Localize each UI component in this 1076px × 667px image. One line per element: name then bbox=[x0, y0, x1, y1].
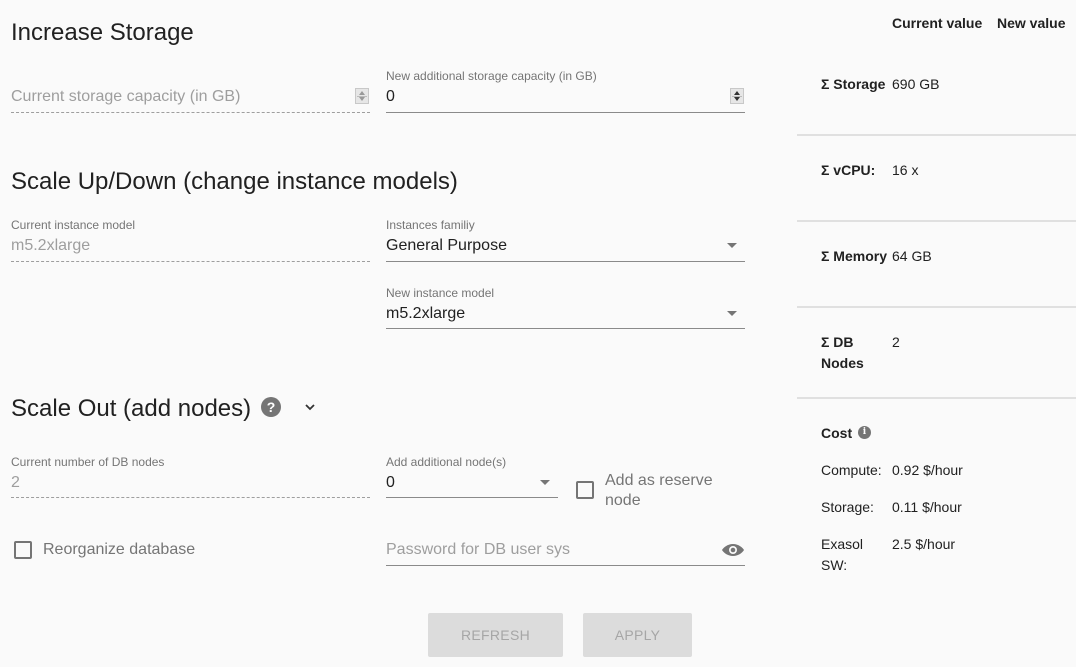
new-storage-input[interactable]: 0 bbox=[386, 88, 395, 106]
current-db-nodes-value: 2 bbox=[11, 474, 20, 491]
info-icon[interactable]: i bbox=[858, 426, 871, 439]
section-title-increase-storage: Increase Storage bbox=[11, 19, 194, 46]
summary-row-current: 2 bbox=[892, 334, 900, 350]
new-storage-spinner[interactable] bbox=[730, 88, 744, 104]
new-instance-model-select[interactable]: New instance model m5.2xlarge bbox=[386, 286, 745, 332]
header-new-value: New value bbox=[997, 15, 1066, 31]
current-db-nodes-label: Current number of DB nodes bbox=[11, 455, 165, 469]
summary-row-current: 16 x bbox=[892, 162, 919, 178]
new-storage-label: New additional storage capacity (in GB) bbox=[386, 69, 597, 83]
divider bbox=[797, 134, 1076, 136]
cost-item-label: Exasol SW: bbox=[821, 536, 864, 573]
field-underline bbox=[11, 497, 370, 498]
add-nodes-value[interactable]: 0 bbox=[386, 474, 395, 492]
new-instance-model-value[interactable]: m5.2xlarge bbox=[386, 305, 465, 323]
add-nodes-label: Add additional node(s) bbox=[386, 455, 507, 469]
divider bbox=[797, 220, 1076, 222]
summary-row-label: Σ DB Nodes bbox=[821, 334, 864, 371]
field-underline bbox=[386, 565, 745, 566]
dropdown-arrow-icon[interactable] bbox=[540, 480, 550, 485]
field-underline bbox=[386, 497, 558, 498]
current-instance-model-label: Current instance model bbox=[11, 218, 136, 232]
chevron-down-icon[interactable] bbox=[303, 400, 317, 414]
password-placeholder[interactable]: Password for DB user sys bbox=[386, 541, 570, 559]
header-current-value: Current value bbox=[892, 15, 983, 31]
instances-family-label: Instances familiy bbox=[386, 218, 475, 232]
cost-item-value: 0.11 $/hour bbox=[892, 499, 962, 515]
reserve-node-label[interactable]: Add as reserve node bbox=[605, 471, 735, 511]
section-title-scale-out: Scale Out (add nodes) bbox=[11, 395, 252, 422]
cost-item-label: Storage: bbox=[821, 499, 874, 515]
field-underline bbox=[11, 112, 370, 113]
divider bbox=[797, 306, 1076, 308]
cost-item-value: 2.5 $/hour bbox=[892, 536, 956, 552]
refresh-button[interactable]: REFRESH bbox=[428, 613, 563, 657]
summary-row-label: Σ Memory bbox=[821, 248, 887, 264]
divider bbox=[797, 397, 1076, 399]
cost-title: Cost bbox=[821, 425, 853, 441]
current-storage-field: Current storage capacity (in GB) bbox=[11, 86, 370, 114]
help-circle-icon[interactable]: ? bbox=[261, 397, 281, 417]
current-instance-model-value: m5.2xlarge bbox=[11, 237, 91, 254]
instances-family-select[interactable]: Instances familiy General Purpose bbox=[386, 218, 745, 264]
field-underline bbox=[386, 261, 745, 262]
cost-item-value: 0.92 $/hour bbox=[892, 462, 963, 478]
add-nodes-select[interactable]: Add additional node(s) 0 bbox=[386, 455, 558, 501]
reserve-node-checkbox[interactable] bbox=[576, 481, 594, 499]
reorganize-database-label[interactable]: Reorganize database bbox=[43, 541, 195, 559]
summary-row-current: 690 GB bbox=[892, 76, 940, 92]
summary-row-label: Σ vCPU: bbox=[821, 162, 876, 178]
dropdown-arrow-icon[interactable] bbox=[727, 311, 737, 316]
field-underline bbox=[386, 112, 745, 113]
instances-family-value[interactable]: General Purpose bbox=[386, 237, 507, 255]
field-underline bbox=[11, 261, 370, 262]
current-storage-placeholder: Current storage capacity (in GB) bbox=[11, 88, 241, 105]
current-db-nodes-field: Current number of DB nodes 2 bbox=[11, 455, 370, 501]
new-instance-model-label: New instance model bbox=[386, 286, 495, 300]
current-storage-spinner bbox=[355, 88, 369, 104]
new-storage-field[interactable]: New additional storage capacity (in GB) … bbox=[386, 68, 745, 114]
eye-icon[interactable] bbox=[721, 540, 745, 560]
summary-row-current: 64 GB bbox=[892, 248, 932, 264]
password-field[interactable]: Password for DB user sys bbox=[386, 538, 745, 568]
reorganize-database-checkbox[interactable] bbox=[14, 541, 32, 559]
current-instance-model-field: Current instance model m5.2xlarge bbox=[11, 218, 370, 264]
apply-button[interactable]: APPLY bbox=[583, 613, 692, 657]
summary-row-label: Σ Storage bbox=[821, 76, 886, 92]
field-underline bbox=[386, 328, 745, 329]
dropdown-arrow-icon[interactable] bbox=[727, 243, 737, 248]
section-title-scale-up-down: Scale Up/Down (change instance models) bbox=[11, 168, 458, 195]
cost-item-label: Compute: bbox=[821, 462, 882, 478]
